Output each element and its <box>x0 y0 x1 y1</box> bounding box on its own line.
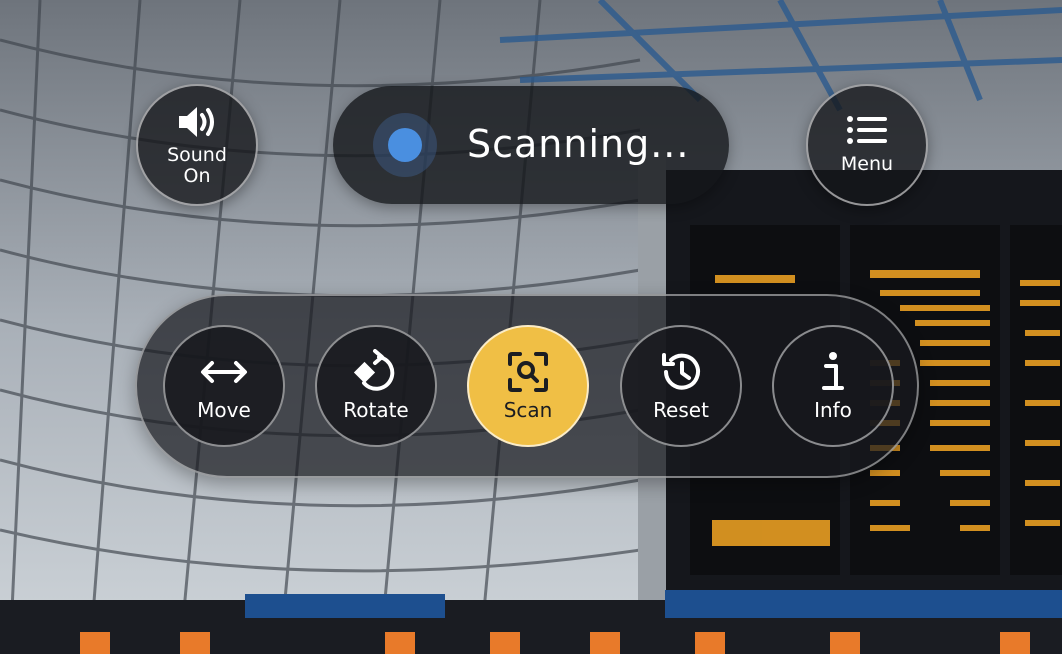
scan-icon <box>506 350 550 394</box>
sound-label-line1: Sound <box>167 143 227 166</box>
rotate-tool-button[interactable]: Rotate <box>315 325 437 447</box>
scan-status-pill: Scanning... <box>333 86 729 204</box>
speaker-icon <box>175 104 219 145</box>
scan-tool-button[interactable]: Scan <box>467 325 589 447</box>
rotate-icon <box>351 349 401 394</box>
menu-label: Menu <box>840 153 894 175</box>
history-icon <box>658 350 704 394</box>
scan-label: Scan <box>503 398 553 422</box>
reset-label: Reset <box>653 398 709 422</box>
move-arrows-icon <box>198 350 250 394</box>
status-text: Scanning... <box>467 122 690 166</box>
move-label: Move <box>197 398 251 422</box>
ar-camera-view: Sound On Scanning... Menu Move Rotate Sc… <box>0 0 1062 654</box>
rotate-label: Rotate <box>343 398 409 422</box>
info-icon <box>818 350 848 394</box>
list-icon <box>846 115 888 150</box>
sound-toggle-button[interactable]: Sound On <box>136 84 258 206</box>
move-tool-button[interactable]: Move <box>163 325 285 447</box>
menu-button[interactable]: Menu <box>806 84 928 206</box>
info-label: Info <box>814 398 852 422</box>
sound-label-line2: On <box>183 164 211 187</box>
info-tool-button[interactable]: Info <box>772 325 894 447</box>
status-dot-icon <box>388 128 422 162</box>
reset-tool-button[interactable]: Reset <box>620 325 742 447</box>
status-indicator <box>373 113 437 177</box>
